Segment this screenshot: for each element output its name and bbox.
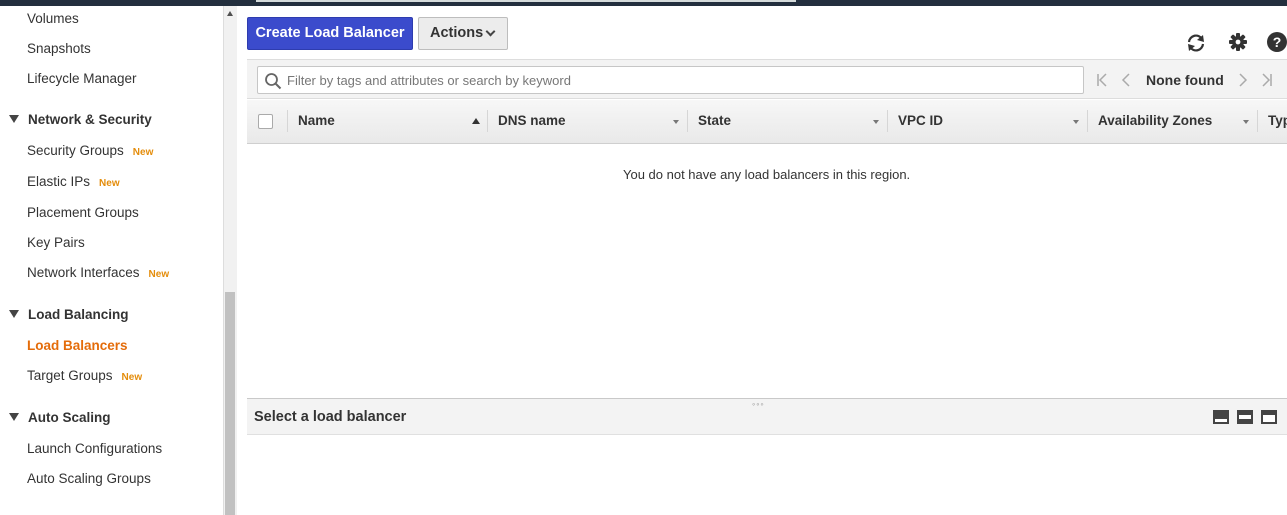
sidebar-section-title: Load Balancing [28, 307, 129, 322]
sidebar-item-label: Auto Scaling Groups [27, 471, 151, 486]
sidebar-section-network-security[interactable]: Network & Security [9, 112, 152, 127]
column-header-type[interactable]: Type [1268, 113, 1287, 128]
column-separator [287, 110, 288, 132]
pane-splitter[interactable] [247, 398, 1287, 399]
scroll-up-arrow-icon[interactable] [227, 11, 233, 16]
splitter-grip-icon[interactable]: ◦◦◦ [752, 400, 765, 409]
column-header-vpc-id[interactable]: VPC ID [898, 113, 943, 128]
sidebar: Volumes Snapshots Lifecycle Manager Netw… [0, 6, 223, 515]
sidebar-item-label: Security Groups [27, 143, 124, 158]
sidebar-item-label: Network Interfaces [27, 265, 140, 280]
column-menu-caret-icon[interactable] [873, 120, 879, 124]
sidebar-item-launch-configurations[interactable]: Launch Configurations [27, 441, 162, 456]
collapse-triangle-icon [9, 310, 19, 318]
column-separator [687, 110, 688, 132]
empty-table-message: You do not have any load balancers in th… [623, 167, 911, 182]
column-separator [1257, 110, 1258, 132]
new-badge: New [132, 147, 154, 158]
sidebar-item-volumes[interactable]: Volumes [27, 11, 79, 26]
sidebar-section-auto-scaling[interactable]: Auto Scaling [9, 410, 111, 425]
sidebar-item-label: Volumes [27, 11, 79, 26]
sidebar-scrollbar-thumb[interactable] [225, 292, 235, 515]
column-header-dns-name[interactable]: DNS name [498, 113, 566, 128]
refresh-icon[interactable] [1185, 32, 1207, 54]
column-menu-caret-icon[interactable] [673, 120, 679, 124]
previous-page-icon[interactable] [1120, 72, 1134, 88]
column-menu-caret-icon[interactable] [1243, 120, 1249, 124]
search-input[interactable] [287, 70, 1067, 90]
gear-icon[interactable] [1227, 31, 1249, 53]
create-load-balancer-button[interactable]: Create Load Balancer [247, 17, 413, 50]
svg-text:?: ? [1273, 34, 1282, 50]
actions-label: Actions [430, 25, 484, 41]
sort-ascending-icon [472, 118, 480, 124]
sidebar-item-network-interfaces[interactable]: Network Interfaces New [27, 265, 169, 280]
sidebar-item-security-groups[interactable]: Security Groups New [27, 143, 153, 158]
layout-full-panel-icon[interactable] [1261, 410, 1277, 424]
main-content: Create Load Balancer Actions ? Filter by… [237, 6, 1287, 515]
sidebar-item-snapshots[interactable]: Snapshots [27, 41, 91, 56]
help-icon[interactable]: ? [1266, 31, 1287, 53]
search-box[interactable] [257, 66, 1084, 94]
sidebar-item-label: Key Pairs [27, 235, 85, 250]
sidebar-section-load-balancing[interactable]: Load Balancing [9, 307, 129, 322]
details-pane-header: Select a load balancer [247, 399, 1287, 435]
search-icon [265, 73, 282, 90]
sidebar-section-title: Auto Scaling [28, 410, 111, 425]
sidebar-item-label: Lifecycle Manager [27, 71, 137, 86]
pager-status: None found [1146, 72, 1224, 88]
sidebar-item-lifecycle-manager[interactable]: Lifecycle Manager [27, 71, 137, 86]
sidebar-item-label: Placement Groups [27, 205, 139, 220]
sidebar-item-label: Snapshots [27, 41, 91, 56]
first-page-icon[interactable] [1096, 72, 1110, 88]
sidebar-item-label: Elastic IPs [27, 174, 91, 189]
collapse-triangle-icon [9, 115, 19, 123]
column-separator [487, 110, 488, 132]
sidebar-item-placement-groups[interactable]: Placement Groups [27, 205, 139, 220]
app-root: Volumes Snapshots Lifecycle Manager Netw… [0, 0, 1287, 515]
new-badge: New [99, 178, 120, 189]
column-separator [1087, 110, 1088, 132]
filter-bar: None found [247, 59, 1287, 99]
column-separator [887, 110, 888, 132]
select-all-checkbox[interactable] [258, 114, 273, 129]
column-header-state[interactable]: State [698, 113, 731, 128]
column-menu-caret-icon[interactable] [1073, 120, 1079, 124]
sidebar-section-title: Network & Security [28, 112, 152, 127]
column-header-type-clip: Type [1268, 100, 1287, 144]
column-header-availability-zones[interactable]: Availability Zones [1098, 113, 1212, 128]
topbar-tab-edge [256, 0, 796, 2]
sidebar-item-label: Launch Configurations [27, 441, 163, 456]
new-badge: New [148, 269, 170, 280]
last-page-icon[interactable] [1259, 72, 1273, 88]
next-page-icon[interactable] [1235, 72, 1249, 88]
chevron-down-icon [485, 26, 496, 37]
column-header-name[interactable]: Name [298, 113, 335, 128]
table-header: Name DNS name State VPC ID Availability … [247, 100, 1287, 144]
sidebar-item-key-pairs[interactable]: Key Pairs [27, 235, 85, 250]
layout-bottom-panel-icon[interactable] [1213, 410, 1229, 424]
sidebar-item-auto-scaling-groups[interactable]: Auto Scaling Groups [27, 471, 151, 486]
sidebar-item-target-groups[interactable]: Target Groups New [27, 368, 142, 383]
actions-dropdown-button[interactable]: Actions [418, 17, 508, 50]
details-pane-title: Select a load balancer [254, 409, 407, 425]
collapse-triangle-icon [9, 413, 19, 421]
sidebar-item-label: Target Groups [27, 368, 113, 383]
sidebar-item-label: Load Balancers [27, 338, 128, 353]
layout-split-panel-icon[interactable] [1237, 410, 1253, 424]
new-badge: New [121, 372, 143, 383]
sidebar-item-load-balancers[interactable]: Load Balancers [27, 338, 128, 353]
sidebar-item-elastic-ips[interactable]: Elastic IPs New [27, 174, 120, 189]
